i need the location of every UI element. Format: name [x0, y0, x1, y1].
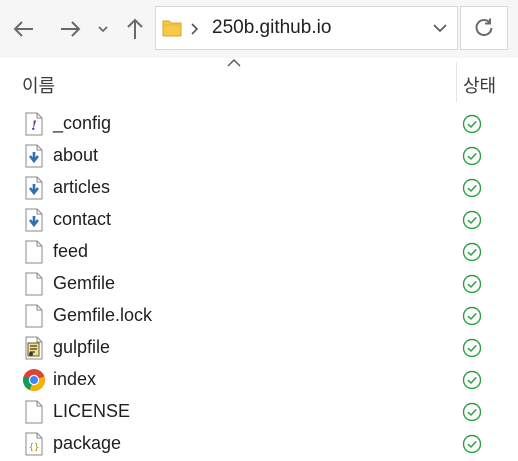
refresh-icon	[475, 18, 493, 37]
synced-check-icon	[462, 210, 482, 230]
file-row[interactable]: contact	[0, 204, 518, 236]
file-name[interactable]: Gemfile	[53, 273, 115, 294]
blank-file-icon	[23, 272, 45, 296]
file-row[interactable]: feed	[0, 236, 518, 268]
column-divider[interactable]	[456, 62, 457, 102]
chevron-down-icon	[98, 26, 108, 33]
blank-file-icon	[23, 240, 45, 264]
synced-check-icon	[462, 306, 482, 326]
file-row[interactable]: LICENSE	[0, 396, 518, 428]
folder-icon	[162, 20, 182, 37]
chevron-right-icon[interactable]	[190, 22, 200, 36]
address-path[interactable]: 250b.github.io	[212, 17, 331, 39]
synced-check-icon	[462, 178, 482, 198]
file-row[interactable]: Gemfile.lock	[0, 300, 518, 332]
file-row[interactable]: articles	[0, 172, 518, 204]
synced-check-icon	[462, 146, 482, 166]
file-name[interactable]: feed	[53, 241, 88, 262]
column-header-row	[0, 62, 518, 102]
column-header-status[interactable]: 상태	[463, 72, 496, 98]
file-row[interactable]: ! _config	[0, 108, 518, 140]
address-bar[interactable]: 250b.github.io	[155, 6, 458, 50]
synced-check-icon	[462, 242, 482, 262]
chevron-down-icon[interactable]	[433, 23, 447, 33]
markdown-file-icon	[23, 176, 45, 200]
markdown-file-icon	[23, 144, 45, 168]
svg-text:!: !	[31, 119, 37, 134]
file-row[interactable]: Gemfile	[0, 268, 518, 300]
synced-check-icon	[462, 114, 482, 134]
file-name[interactable]: articles	[53, 177, 110, 198]
synced-check-icon	[462, 434, 482, 454]
file-name[interactable]: contact	[53, 209, 111, 230]
synced-check-icon	[462, 402, 482, 422]
file-row[interactable]: gulpfile	[0, 332, 518, 364]
file-name[interactable]: index	[53, 369, 96, 390]
refresh-button[interactable]	[460, 6, 508, 50]
blank-file-icon	[23, 304, 45, 328]
synced-check-icon	[462, 338, 482, 358]
up-button[interactable]	[120, 14, 150, 44]
file-name[interactable]: package	[53, 433, 121, 454]
chrome-icon	[22, 368, 45, 392]
synced-check-icon	[462, 274, 482, 294]
script-file-icon	[23, 336, 45, 360]
column-header-name[interactable]: 이름	[22, 72, 55, 98]
arrow-left-icon	[13, 21, 33, 37]
blank-file-icon	[23, 400, 45, 424]
navigation-bar: 250b.github.io	[0, 0, 518, 58]
back-button[interactable]	[9, 14, 39, 44]
recent-locations-button[interactable]	[90, 14, 116, 44]
file-row[interactable]: index	[0, 364, 518, 396]
file-row[interactable]: {} package	[0, 428, 518, 460]
file-name[interactable]: about	[53, 145, 98, 166]
synced-check-icon	[462, 370, 482, 390]
svg-text:{}: {}	[29, 443, 40, 453]
arrow-right-icon	[61, 21, 81, 37]
file-name[interactable]: gulpfile	[53, 337, 110, 358]
config-file-icon: !	[23, 112, 45, 136]
file-row[interactable]: about	[0, 140, 518, 172]
markdown-file-icon	[23, 208, 45, 232]
file-name[interactable]: LICENSE	[53, 401, 130, 422]
json-file-icon: {}	[23, 432, 45, 456]
file-name[interactable]: _config	[53, 113, 111, 134]
arrow-up-icon	[127, 18, 143, 39]
file-name[interactable]: Gemfile.lock	[53, 305, 152, 326]
forward-button[interactable]	[55, 14, 85, 44]
